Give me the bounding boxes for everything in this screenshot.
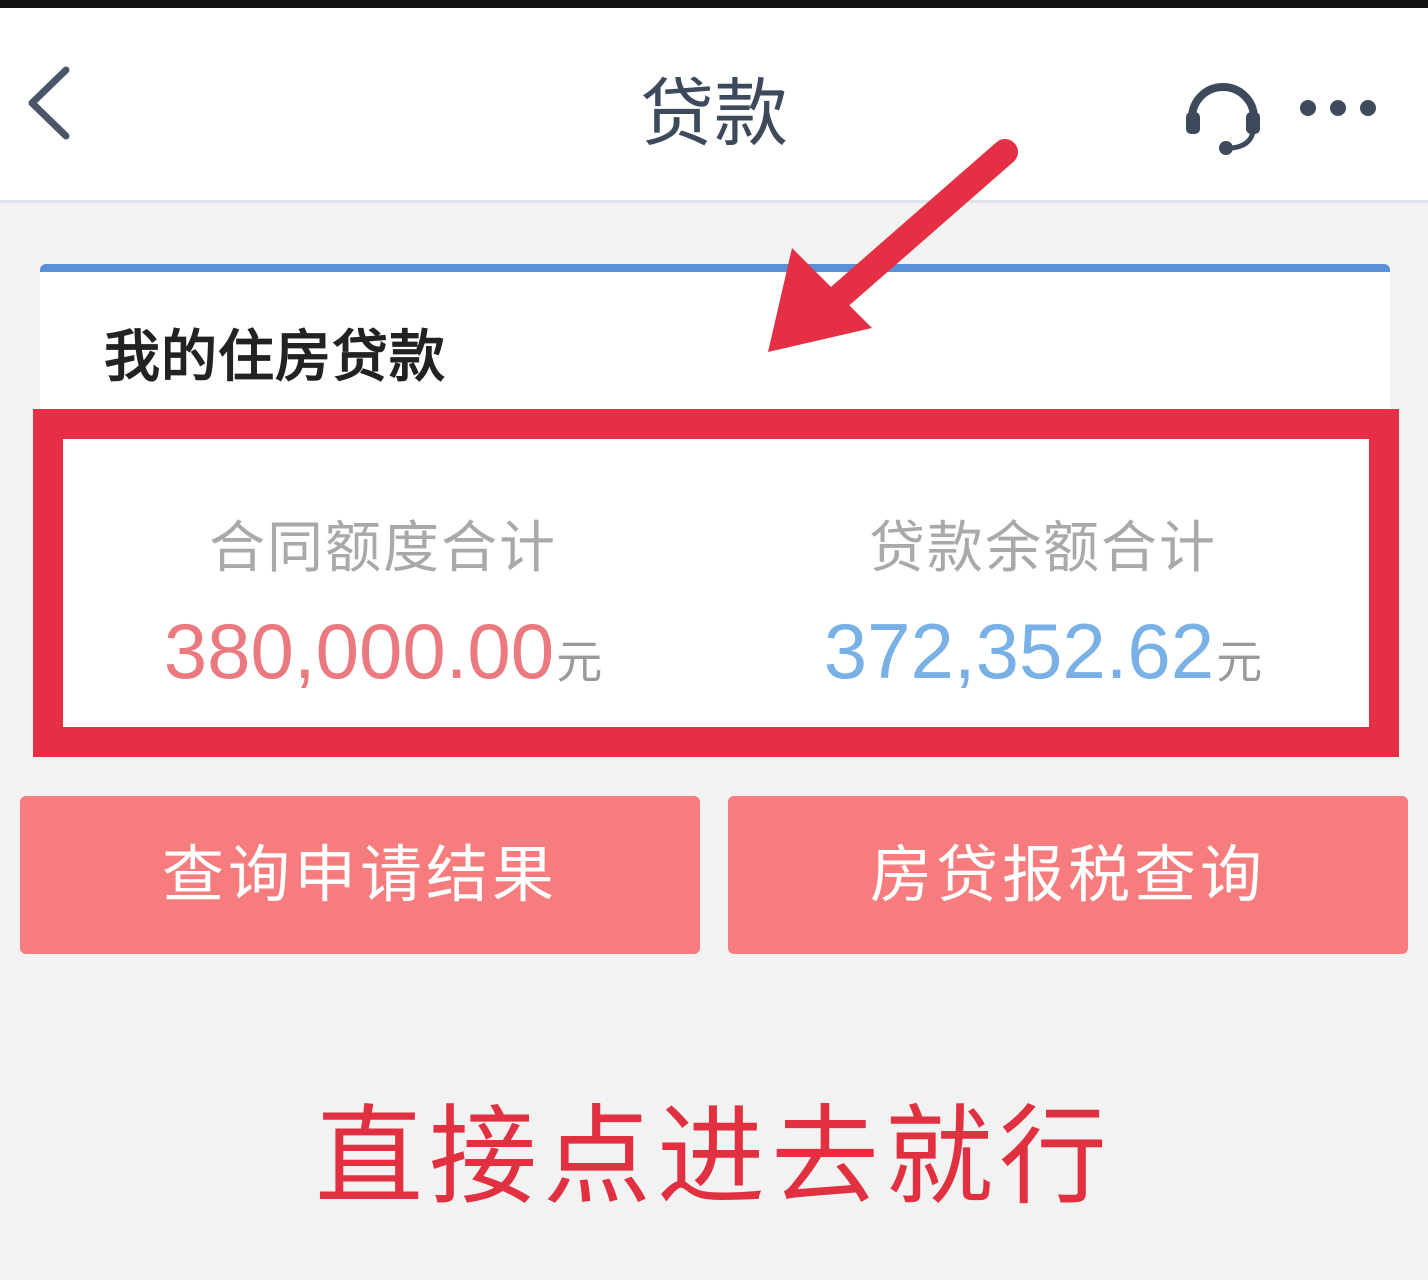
contract-total-unit: 元 (556, 635, 603, 689)
headset-icon (1186, 83, 1260, 155)
more-button[interactable] (1290, 78, 1386, 138)
balance-total-label: 贷款余额合计 (869, 516, 1217, 581)
loan-summary-box[interactable]: 合同额度合计 380,000.00元 贷款余额合计 372,352.62元 (33, 409, 1399, 757)
query-application-result-button[interactable]: 查询申请结果 (20, 796, 700, 954)
balance-total-unit: 元 (1216, 635, 1263, 689)
more-dots-icon (1300, 100, 1376, 116)
balance-total-stat: 贷款余额合计 372,352.62元 (723, 503, 1363, 697)
contract-total-label: 合同额度合计 (209, 516, 557, 581)
contract-total-value-row: 380,000.00元 (63, 606, 703, 697)
contract-total-value: 380,000.00 (163, 607, 555, 695)
contract-total-stat: 合同额度合计 380,000.00元 (63, 503, 703, 697)
back-button[interactable] (18, 58, 88, 148)
card-title: 我的住房贷款 (104, 325, 446, 390)
top-edge (0, 0, 1428, 8)
chevron-left-icon (28, 66, 70, 140)
balance-total-value-row: 372,352.62元 (723, 606, 1363, 697)
customer-service-button[interactable] (1180, 72, 1266, 158)
nav-bar: 贷款 (0, 8, 1428, 203)
mortgage-tax-query-button[interactable]: 房贷报税查询 (728, 796, 1408, 954)
balance-total-value: 372,352.62 (823, 607, 1215, 695)
page-title: 贷款 (640, 71, 788, 157)
instruction-caption: 直接点进去就行 (314, 1095, 1113, 1220)
